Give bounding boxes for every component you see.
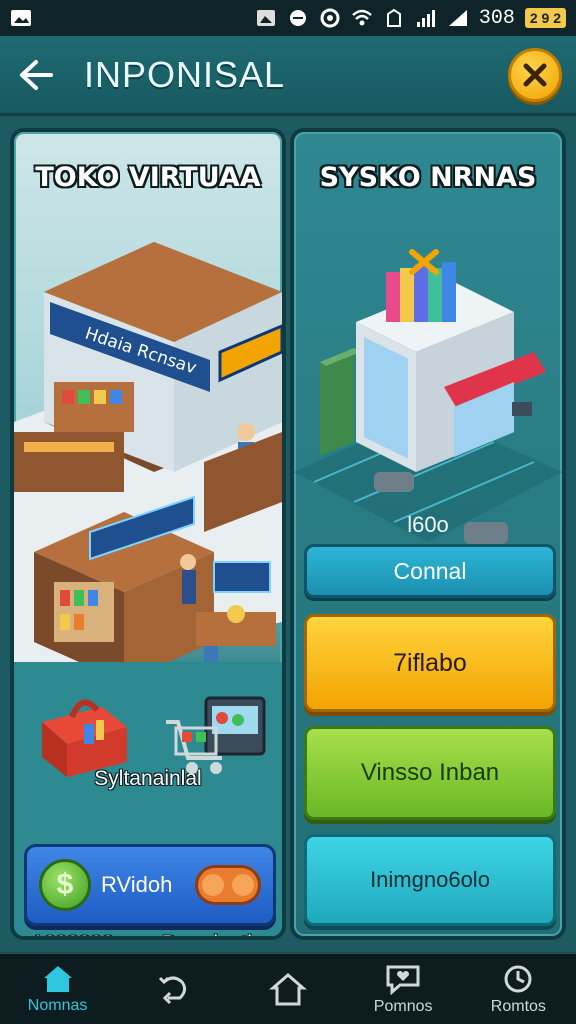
toggle-dot xyxy=(232,874,254,896)
toolbox-value: 1603300 xyxy=(32,932,114,936)
bottom-navigation: Nomnas Pomnos Romtos xyxy=(0,952,576,1024)
back-arrow-icon xyxy=(20,59,53,90)
photo-notification-icon xyxy=(256,10,275,26)
clock-icon xyxy=(504,965,532,992)
panel-title-left: TOKO VIRTUAA xyxy=(35,162,261,193)
nav-label-messages: Pomnos xyxy=(373,997,433,1015)
battery-indicator: 2 9 2 xyxy=(524,8,566,28)
price-text: l60o xyxy=(407,512,449,537)
nav-item-messages[interactable]: Pomnos xyxy=(353,963,453,1016)
dnd-notification-icon xyxy=(289,10,306,26)
nav-item-history[interactable]: Romtos xyxy=(468,963,568,1016)
clock-time: 308 xyxy=(478,6,515,30)
cash-button-label: RVidoh xyxy=(101,872,173,897)
wifi-icon xyxy=(352,9,372,26)
status-bar: 308 2 9 2 xyxy=(0,0,576,36)
yellow-action-button[interactable]: 7iflabo xyxy=(304,614,556,712)
cart-label: Baradeatio xyxy=(162,932,264,936)
refresh-icon xyxy=(158,976,186,1005)
gear-notification-icon xyxy=(320,8,340,28)
nav-item-home[interactable]: Nomnas xyxy=(8,964,108,1015)
nav-label-history: Romtos xyxy=(490,997,546,1015)
nav-label-home: Nomnas xyxy=(27,996,88,1014)
green-action-button[interactable]: Vinsso Inban xyxy=(304,726,556,820)
chat-heart-icon xyxy=(386,965,420,995)
data-signal-icon xyxy=(448,10,467,26)
cash-button[interactable]: $ RVidoh xyxy=(24,844,276,926)
close-icon xyxy=(523,63,547,86)
image-notification-icon xyxy=(11,10,31,26)
signal-icon xyxy=(416,10,435,27)
back-button[interactable] xyxy=(14,53,58,97)
nav-item-home-outline[interactable] xyxy=(238,971,338,1007)
cancel-button[interactable]: Connal xyxy=(304,544,556,598)
teal-action-button[interactable]: Inimgno6olo xyxy=(304,834,556,926)
toggle-dot xyxy=(202,874,224,896)
store-illustration: Hdaia Rcnsav xyxy=(14,242,282,682)
shopping-cart-icon[interactable] xyxy=(162,688,272,788)
page-title: INPONISAL xyxy=(84,53,286,95)
cash-toggle[interactable] xyxy=(195,865,261,905)
house-outline-icon xyxy=(268,973,307,1006)
nav-item-back[interactable] xyxy=(123,972,223,1006)
store-building-panel[interactable]: SYSKO NRNAS l60o Connal 7iflabo Vinsso I… xyxy=(290,128,566,940)
app-header: INPONISAL xyxy=(0,36,576,116)
alarm-icon xyxy=(386,8,401,27)
virtual-store-panel[interactable]: TOKO VIRTUAA Hdaia Rcnsav Syltanainlal $… xyxy=(10,128,286,940)
toolbox-icon[interactable] xyxy=(32,682,142,782)
close-button[interactable] xyxy=(508,47,562,102)
home-icon xyxy=(43,965,72,992)
dollar-coin-icon: $ xyxy=(39,859,91,911)
panel-title-right: SYSKO NRNAS xyxy=(319,162,537,193)
